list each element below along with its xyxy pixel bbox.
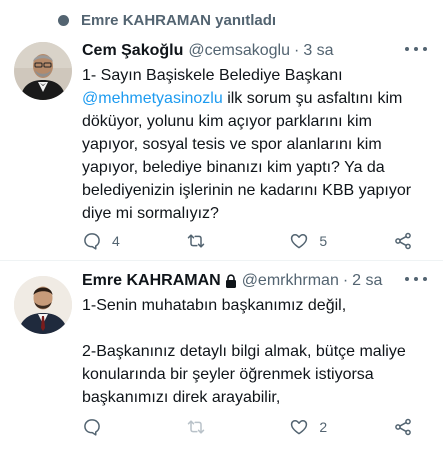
reply-context-text: Emre KAHRAMAN yanıtladı xyxy=(81,11,277,29)
author-name[interactable]: Cem Şakoğlu xyxy=(82,42,183,60)
tweet-text: 1- Sayın Başiskele Belediye Başkanı @meh… xyxy=(82,64,431,225)
header-separator: · xyxy=(342,272,349,289)
tweet-content: Cem Şakoğlu @cemsakoglu · 3 sa 1- Sayın … xyxy=(82,38,431,225)
reply-button[interactable] xyxy=(82,417,162,437)
share-button[interactable] xyxy=(393,417,413,437)
tweet-header: Cem Şakoğlu @cemsakoglu · 3 sa xyxy=(82,38,431,64)
lock-icon xyxy=(225,274,237,288)
reply-count: 4 xyxy=(112,233,120,249)
tweet-text: 1-Senin muhatabın başkanımız değil, 2-Ba… xyxy=(82,294,431,409)
more-options-icon[interactable] xyxy=(405,270,427,288)
tweet[interactable]: Cem Şakoğlu @cemsakoglu · 3 sa 1- Sayın … xyxy=(0,38,443,260)
author-name[interactable]: Emre KAHRAMAN xyxy=(82,272,221,290)
like-button[interactable]: 2 xyxy=(289,417,369,437)
tweet-actions: 2 xyxy=(82,416,413,438)
heart-icon xyxy=(291,234,308,249)
tweet-header: Emre KAHRAMAN @emrkhrman · 2 sa xyxy=(82,268,431,294)
header-separator: · xyxy=(293,42,300,59)
mention-link[interactable]: @mehmetyasinozlu xyxy=(82,90,223,107)
reply-button[interactable]: 4 xyxy=(82,231,162,251)
tweet-paragraph: 2-Başkanınız detaylı bilgi almak, bütçe … xyxy=(82,343,406,406)
retweet-button[interactable] xyxy=(186,231,266,251)
tweet-text-start: 1- Sayın Başiskele Belediye Başkanı xyxy=(82,67,343,84)
retweet-icon xyxy=(187,420,204,434)
reply-icon xyxy=(84,419,100,436)
share-button[interactable] xyxy=(393,231,413,251)
tweet-actions: 4 5 xyxy=(82,230,413,252)
thread-dot-icon xyxy=(58,14,69,26)
tweet-timestamp[interactable]: 3 sa xyxy=(303,42,333,60)
retweet-icon xyxy=(187,234,204,248)
tweet-paragraph: 1-Senin muhatabın başkanımız değil, xyxy=(82,297,347,314)
tweet-timestamp[interactable]: 2 sa xyxy=(352,272,382,290)
author-handle[interactable]: @cemsakoglu xyxy=(188,42,290,60)
avatar[interactable] xyxy=(14,42,72,100)
author-handle[interactable]: @emrkhrman xyxy=(242,272,339,290)
tweet[interactable]: Emre KAHRAMAN @emrkhrman · 2 sa 1-Senin … xyxy=(0,268,443,450)
like-count: 2 xyxy=(319,419,328,435)
share-icon xyxy=(395,232,411,250)
tweet-text-end: ilk sorum şu asfaltını kim döküyor, yolu… xyxy=(82,90,412,222)
reply-context: Emre KAHRAMAN yanıtladı xyxy=(58,10,276,30)
like-button[interactable]: 5 xyxy=(289,231,369,251)
avatar[interactable] xyxy=(14,276,72,334)
share-icon xyxy=(395,418,411,436)
reply-icon xyxy=(84,233,100,250)
tweet-divider xyxy=(0,260,443,261)
retweet-button[interactable] xyxy=(186,417,266,437)
tweet-content: Emre KAHRAMAN @emrkhrman · 2 sa 1-Senin … xyxy=(82,268,431,409)
heart-icon xyxy=(291,420,308,435)
like-count: 5 xyxy=(319,233,328,249)
more-options-icon[interactable] xyxy=(405,40,427,58)
